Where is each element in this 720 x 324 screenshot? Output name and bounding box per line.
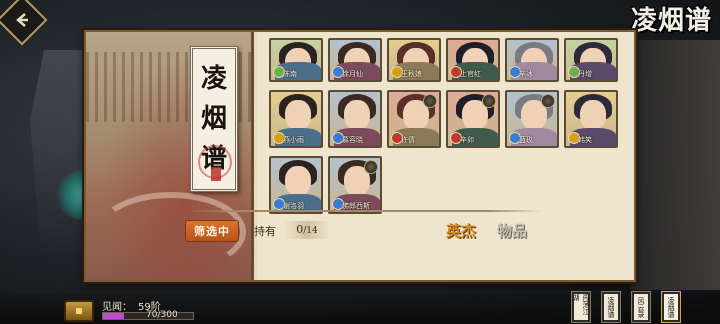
hero-name: 陈南 (283, 70, 297, 78)
hero-portrait-face (285, 100, 311, 130)
owned-total: /14 (303, 226, 318, 236)
hero-card[interactable]: 上官红 (446, 38, 500, 82)
badge-icon (364, 160, 378, 174)
hero-name: 韩笑 (578, 136, 592, 144)
hero-name: 王秋娘 (401, 70, 422, 78)
hero-card[interactable]: 燕小雨 (269, 90, 323, 148)
hero-card[interactable]: 徐月仙 (328, 38, 382, 82)
panel-illustration: 凌 烟 谱 (86, 32, 254, 280)
red-seal-stamp (211, 167, 221, 181)
hero-name: 徐月仙 (342, 70, 363, 78)
hero-name: 许倩 (401, 136, 415, 144)
game-logo: 凌烟谱 (630, 6, 712, 36)
hero-card[interactable]: 谢洛羽 (269, 156, 323, 214)
hero-name: 燕小雨 (283, 136, 304, 144)
treasure-chest-icon[interactable] (64, 300, 94, 322)
experience-max: 300 (160, 310, 178, 320)
owned-count: 0/14 (284, 221, 330, 239)
scroll-tab-bar: 闯荡江湖 凌烟谱 风云录 凌烟谱 (572, 292, 680, 322)
scroll-tab[interactable]: 凌烟谱 (662, 292, 680, 322)
heroes-seal-button[interactable]: 英杰 (445, 214, 477, 246)
background-wall (630, 40, 720, 290)
hero-portrait-face (344, 100, 370, 130)
scroll-tab[interactable]: 风云录 (632, 292, 650, 322)
hero-portrait-face (580, 100, 606, 130)
badge-icon (423, 94, 437, 108)
hero-card[interactable]: 陈南 (269, 38, 323, 82)
title-char: 凌 (200, 64, 227, 94)
filter-button[interactable]: 筛选中 (185, 220, 239, 242)
hero-card[interactable]: 王秋娘 (387, 38, 441, 82)
hero-grid: 陈南 徐月仙 王秋娘 上官红 辛冰 丹增燕小雨 慕容晓 许倩 辛卯 蓝玫 韩笑谢洛羽 佛郎西斯 (269, 38, 637, 214)
hero-name: 辛冰 (519, 70, 533, 78)
hero-card[interactable]: 辛冰 (505, 38, 559, 82)
hero-card[interactable]: 佛郎西斯 (328, 156, 382, 214)
hero-name: 慕容晓 (342, 136, 363, 144)
hero-card[interactable]: 辛卯 (446, 90, 500, 148)
owned-label: 持有 (254, 225, 276, 238)
experience-bar-fill (103, 313, 124, 319)
hero-name: 蓝玫 (519, 136, 533, 144)
scroll-tab[interactable]: 闯荡江湖 (572, 292, 590, 322)
badge-icon (482, 94, 496, 108)
experience-label: 见闻： (102, 302, 132, 313)
experience-current: 70 (146, 310, 158, 320)
hero-card[interactable]: 许倩 (387, 90, 441, 148)
scroll-tab[interactable]: 凌烟谱 (602, 292, 620, 322)
hero-name: 辛卯 (460, 136, 474, 144)
back-arrow-icon (16, 13, 28, 27)
title-char: 烟 (200, 104, 227, 134)
hero-portrait-face (285, 166, 311, 196)
items-seal-button[interactable]: 物品 (496, 214, 528, 246)
hero-card[interactable]: 慕容晓 (328, 90, 382, 148)
panel-title-card: 凌 烟 谱 (190, 46, 238, 192)
badge-icon (541, 94, 555, 108)
hero-name: 上官红 (460, 70, 481, 78)
hero-card[interactable]: 蓝玫 (505, 90, 559, 148)
hero-codex-panel: 凌 烟 谱 陈南 徐月仙 王秋娘 上官红 辛冰 丹增燕小雨 慕容晓 许倩 辛卯 蓝玫 韩笑谢洛羽 佛郎… (84, 30, 636, 282)
divider-line (186, 210, 542, 212)
hero-name: 丹增 (578, 70, 592, 78)
hero-card[interactable]: 韩笑 (564, 90, 618, 148)
experience-value: 70/300 (146, 310, 178, 320)
hero-card[interactable]: 丹增 (564, 38, 618, 82)
